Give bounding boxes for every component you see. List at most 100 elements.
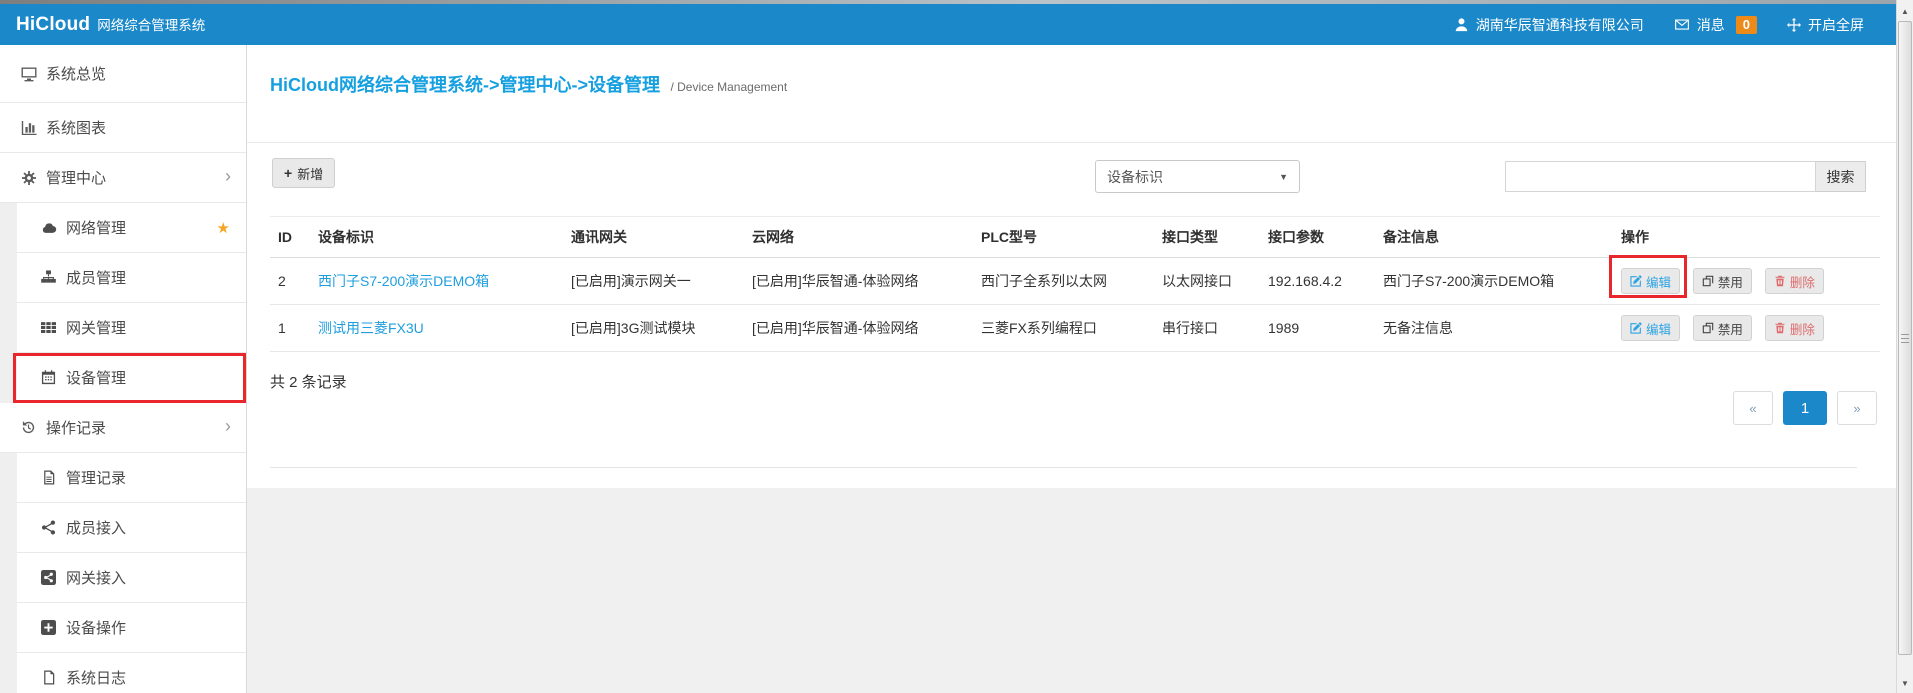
cell-id: 1 xyxy=(270,305,310,352)
messages-menu[interactable]: 消息 0 xyxy=(1674,15,1757,35)
page-title: HiCloud网络综合管理系统->管理中心->设备管理 xyxy=(270,75,660,95)
scrollbar-down-arrow[interactable]: ▼ xyxy=(1897,676,1913,692)
messages-count-badge: 0 xyxy=(1736,16,1757,34)
sidebar-item-gateway-access[interactable]: 网关接入 xyxy=(0,553,246,603)
plus-icon: + xyxy=(284,166,292,180)
sidebar-item-label: 系统图表 xyxy=(46,117,106,138)
delete-button-label: 删除 xyxy=(1790,319,1815,338)
col-header-device: 设备标识 xyxy=(310,217,563,258)
bar-chart-icon xyxy=(20,120,37,136)
disable-button-label: 禁用 xyxy=(1718,319,1743,338)
page-background xyxy=(247,488,1896,693)
edit-button[interactable]: 编辑 xyxy=(1621,315,1680,341)
share-icon xyxy=(40,520,57,535)
fullscreen-label: 开启全屏 xyxy=(1808,15,1864,35)
chevron-right-icon: › xyxy=(225,165,231,186)
cell-iface-param: 192.168.4.2 xyxy=(1260,258,1375,305)
envelope-icon xyxy=(1674,17,1690,32)
sidebar-item-device-operation[interactable]: 设备操作 xyxy=(0,603,246,653)
cell-iface-type: 串行接口 xyxy=(1154,305,1260,352)
company-name: 湖南华辰智通科技有限公司 xyxy=(1476,15,1644,35)
delete-button[interactable]: 删除 xyxy=(1765,315,1824,341)
screen: HiCloud 网络综合管理系统 湖南华辰智通科技有限公司 消息 0 开启全屏 … xyxy=(0,0,1913,693)
clone-icon xyxy=(1702,275,1714,287)
col-header-gateway: 通讯网关 xyxy=(563,217,744,258)
sidebar-item-operation-records[interactable]: 操作记录 › xyxy=(0,403,246,453)
sidebar-item-member-access[interactable]: 成员接入 xyxy=(0,503,246,553)
cell-remark: 西门子S7-200演示DEMO箱 xyxy=(1375,258,1613,305)
sidebar-item-label: 网络管理 xyxy=(66,217,126,238)
plus-square-icon xyxy=(40,620,57,635)
topbar-right: 湖南华辰智通科技有限公司 消息 0 开启全屏 xyxy=(1454,15,1864,35)
cell-remark: 无备注信息 xyxy=(1375,305,1613,352)
sidebar-item-device-management[interactable]: 设备管理 xyxy=(0,353,246,403)
gears-icon xyxy=(20,170,37,186)
scrollbar-up-arrow[interactable]: ▲ xyxy=(1897,4,1913,20)
account-menu[interactable]: 湖南华辰智通科技有限公司 xyxy=(1454,15,1644,35)
sidebar-item-label: 操作记录 xyxy=(46,417,106,438)
pagination-prev[interactable]: « xyxy=(1733,391,1773,425)
cell-iface-param: 1989 xyxy=(1260,305,1375,352)
sidebar-item-network-management[interactable]: 网络管理 ★ xyxy=(0,203,246,253)
add-button[interactable]: + 新增 xyxy=(272,158,335,188)
search-button[interactable]: 搜索 xyxy=(1816,161,1866,192)
sidebar-item-label: 设备操作 xyxy=(66,617,126,638)
device-link[interactable]: 测试用三菱FX3U xyxy=(318,320,424,336)
sidebar-item-system-overview[interactable]: 系统总览 xyxy=(0,45,246,103)
grid-icon xyxy=(40,320,57,335)
history-icon xyxy=(20,420,37,435)
table-row: 2 西门子S7-200演示DEMO箱 [已启用]演示网关一 [已启用]华辰智通-… xyxy=(270,258,1880,305)
cloud-icon xyxy=(40,221,57,235)
filter-select[interactable]: 设备标识 ▼ xyxy=(1095,160,1300,193)
cell-plc: 西门子全系列以太网 xyxy=(973,258,1154,305)
app-logo[interactable]: HiCloud 网络综合管理系统 xyxy=(16,14,205,36)
sidebar-item-label: 网关管理 xyxy=(66,317,126,338)
device-link[interactable]: 西门子S7-200演示DEMO箱 xyxy=(318,273,489,289)
sidebar: 系统总览 系统图表 管理中心 › 网络管理 ★ 成员管理 网关管理 设备管理 xyxy=(0,45,247,693)
clone-icon xyxy=(1702,322,1714,334)
scrollbar-thumb[interactable] xyxy=(1898,21,1912,655)
user-icon xyxy=(1454,17,1469,32)
sidebar-item-management-records[interactable]: 管理记录 xyxy=(0,453,246,503)
trash-icon xyxy=(1774,322,1786,334)
disable-button[interactable]: 禁用 xyxy=(1693,268,1752,294)
brand-name: HiCloud xyxy=(16,14,90,36)
desktop-icon xyxy=(20,66,37,82)
sidebar-item-label: 设备管理 xyxy=(66,367,126,388)
vertical-scrollbar[interactable]: ▲ ▼ xyxy=(1896,0,1913,693)
edit-button[interactable]: 编辑 xyxy=(1621,268,1680,294)
cell-id: 2 xyxy=(270,258,310,305)
col-header-remark: 备注信息 xyxy=(1375,217,1613,258)
star-icon: ★ xyxy=(217,219,230,237)
sidebar-item-member-management[interactable]: 成员管理 xyxy=(0,253,246,303)
main-content: HiCloud网络综合管理系统->管理中心->设备管理 / Device Man… xyxy=(247,45,1896,693)
sidebar-item-system-logs[interactable]: 系统日志 xyxy=(0,653,246,693)
search-group: 搜索 xyxy=(1505,161,1866,192)
sidebar-item-system-charts[interactable]: 系统图表 xyxy=(0,103,246,153)
cell-iface-type: 以太网接口 xyxy=(1154,258,1260,305)
record-count: 共 2 条记录 xyxy=(270,371,347,392)
disable-button[interactable]: 禁用 xyxy=(1693,315,1752,341)
caret-down-icon: ▼ xyxy=(1279,172,1288,182)
pagination-page-1[interactable]: 1 xyxy=(1783,391,1827,425)
col-header-id: ID xyxy=(270,217,310,258)
pagination-next[interactable]: » xyxy=(1837,391,1877,425)
brand-suffix: 网络综合管理系统 xyxy=(97,14,205,34)
chevron-right-icon: › xyxy=(225,415,231,436)
sidebar-item-label: 系统日志 xyxy=(66,667,126,688)
sidebar-item-management-center[interactable]: 管理中心 › xyxy=(0,153,246,203)
topbar: HiCloud 网络综合管理系统 湖南华辰智通科技有限公司 消息 0 开启全屏 xyxy=(0,4,1896,45)
cell-gateway: [已启用]3G测试模块 xyxy=(563,305,744,352)
sidebar-item-label: 管理记录 xyxy=(66,467,126,488)
share-square-icon xyxy=(40,570,57,585)
search-input[interactable] xyxy=(1505,161,1816,192)
sitemap-icon xyxy=(40,270,57,285)
delete-button[interactable]: 删除 xyxy=(1765,268,1824,294)
table-row: 1 测试用三菱FX3U [已启用]3G测试模块 [已启用]华辰智通-体验网络 三… xyxy=(270,305,1880,352)
file-text-icon xyxy=(40,470,57,485)
device-table: ID 设备标识 通讯网关 云网络 PLC型号 接口类型 接口参数 备注信息 操作… xyxy=(270,216,1880,352)
fullscreen-toggle[interactable]: 开启全屏 xyxy=(1787,15,1864,35)
col-header-actions: 操作 xyxy=(1613,217,1880,258)
sidebar-item-gateway-management[interactable]: 网关管理 xyxy=(0,303,246,353)
table-header-row: ID 设备标识 通讯网关 云网络 PLC型号 接口类型 接口参数 备注信息 操作 xyxy=(270,217,1880,258)
